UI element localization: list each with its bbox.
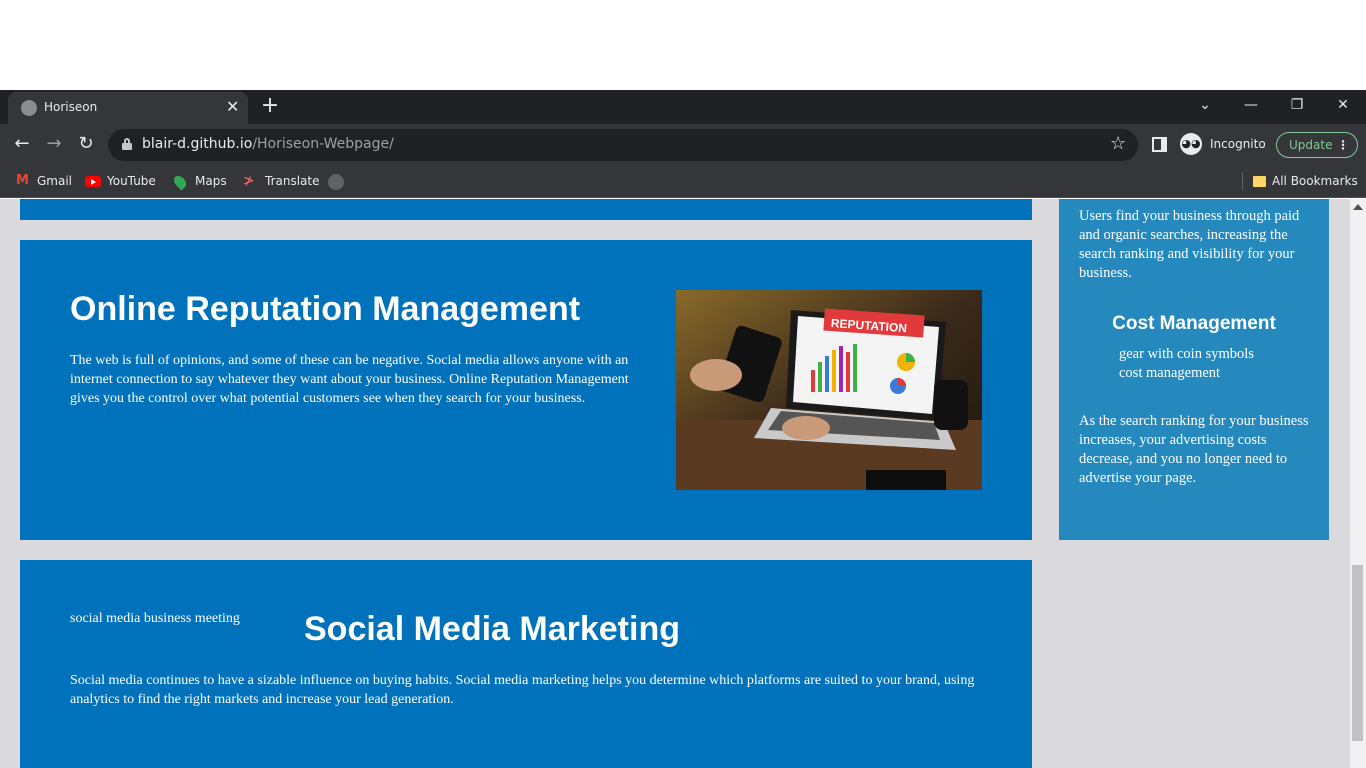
folder-icon	[1253, 176, 1266, 187]
smm-body: Social media continues to have a sizable…	[70, 673, 975, 707]
cost-management-image-broken: gear with coin symbols cost management	[1119, 346, 1254, 381]
search-engine-optimization-section	[20, 199, 1032, 220]
restore-button[interactable]: ❐	[1283, 94, 1311, 118]
bookmark-translate[interactable]: Translate	[243, 172, 320, 190]
lock-icon[interactable]	[122, 138, 132, 150]
close-window-button[interactable]: ✕	[1329, 94, 1357, 118]
all-bookmarks-label: All Bookmarks	[1272, 174, 1358, 188]
globe-icon	[21, 100, 37, 116]
social-media-marketing-section: social media business meeting Social Med…	[20, 560, 1032, 768]
scroll-up-arrow-icon[interactable]	[1353, 204, 1363, 210]
tab-title: Horiseon	[44, 100, 98, 114]
reload-button[interactable]: ↻	[74, 132, 98, 156]
gmail-icon	[15, 172, 31, 190]
tab-search-chevron-icon[interactable]: ⌄	[1191, 94, 1219, 118]
menu-dots-icon[interactable]: ⋮	[1337, 133, 1349, 157]
benefits-aside: Users find your business through paid an…	[1059, 199, 1329, 540]
bookmarks-divider	[1242, 172, 1243, 190]
update-label: Update	[1289, 138, 1333, 152]
all-bookmarks-button[interactable]: All Bookmarks	[1253, 172, 1358, 190]
new-tab-button[interactable]: +	[258, 94, 282, 118]
github-icon	[328, 173, 344, 190]
bookmark-github[interactable]	[328, 172, 350, 190]
bookmark-star-icon[interactable]: ☆	[1110, 134, 1126, 154]
incognito-label: Incognito	[1210, 137, 1266, 151]
bookmark-maps[interactable]: Maps	[171, 172, 227, 190]
social-media-image-broken: social media business meeting	[70, 611, 240, 626]
minimize-button[interactable]: —	[1237, 94, 1265, 118]
tab-close-button[interactable]: ✕	[226, 98, 239, 116]
cost-management-text: As the search ranking for your business …	[1079, 413, 1309, 486]
smm-heading: Social Media Marketing	[304, 610, 680, 648]
scrollbar-thumb[interactable]	[1352, 565, 1363, 741]
bookmark-youtube[interactable]: YouTube	[85, 172, 156, 190]
brand-awareness-text: Users find your business through paid an…	[1079, 208, 1300, 281]
bookmark-label: Translate	[265, 174, 320, 188]
bookmark-label: YouTube	[107, 174, 156, 188]
bookmark-label: Gmail	[37, 174, 73, 188]
blank-top-area	[0, 0, 1366, 90]
maps-icon	[171, 173, 189, 190]
forward-button[interactable]: →	[42, 132, 66, 156]
url-host: blair-d.github.io	[142, 136, 253, 152]
youtube-icon	[85, 176, 101, 187]
tab-horiseon[interactable]: Horiseon ✕	[8, 92, 248, 124]
bookmark-gmail[interactable]: Gmail	[15, 172, 72, 190]
incognito-icon: ◕◕	[1180, 133, 1202, 155]
orm-heading: Online Reputation Management	[70, 290, 581, 328]
bookmark-label: Maps	[195, 174, 227, 188]
update-button[interactable]: Update ⋮	[1276, 132, 1358, 158]
orm-body: The web is full of opinions, and some of…	[70, 353, 629, 406]
address-url[interactable]: blair-d.github.io/Horiseon-Webpage/	[142, 136, 394, 152]
reputation-laptop-illustration: REPUTATION	[676, 290, 982, 490]
side-panel-icon[interactable]	[1152, 137, 1167, 152]
url-path: /Horiseon-Webpage/	[252, 136, 394, 152]
cost-management-heading: Cost Management	[1112, 313, 1276, 334]
reputation-laptop-image: REPUTATION	[676, 290, 982, 490]
back-button[interactable]: ←	[10, 132, 34, 156]
translate-icon	[243, 172, 259, 190]
online-reputation-management-section: Online Reputation Management The web is …	[20, 240, 1032, 540]
page-viewport: Online Reputation Management The web is …	[0, 199, 1350, 768]
